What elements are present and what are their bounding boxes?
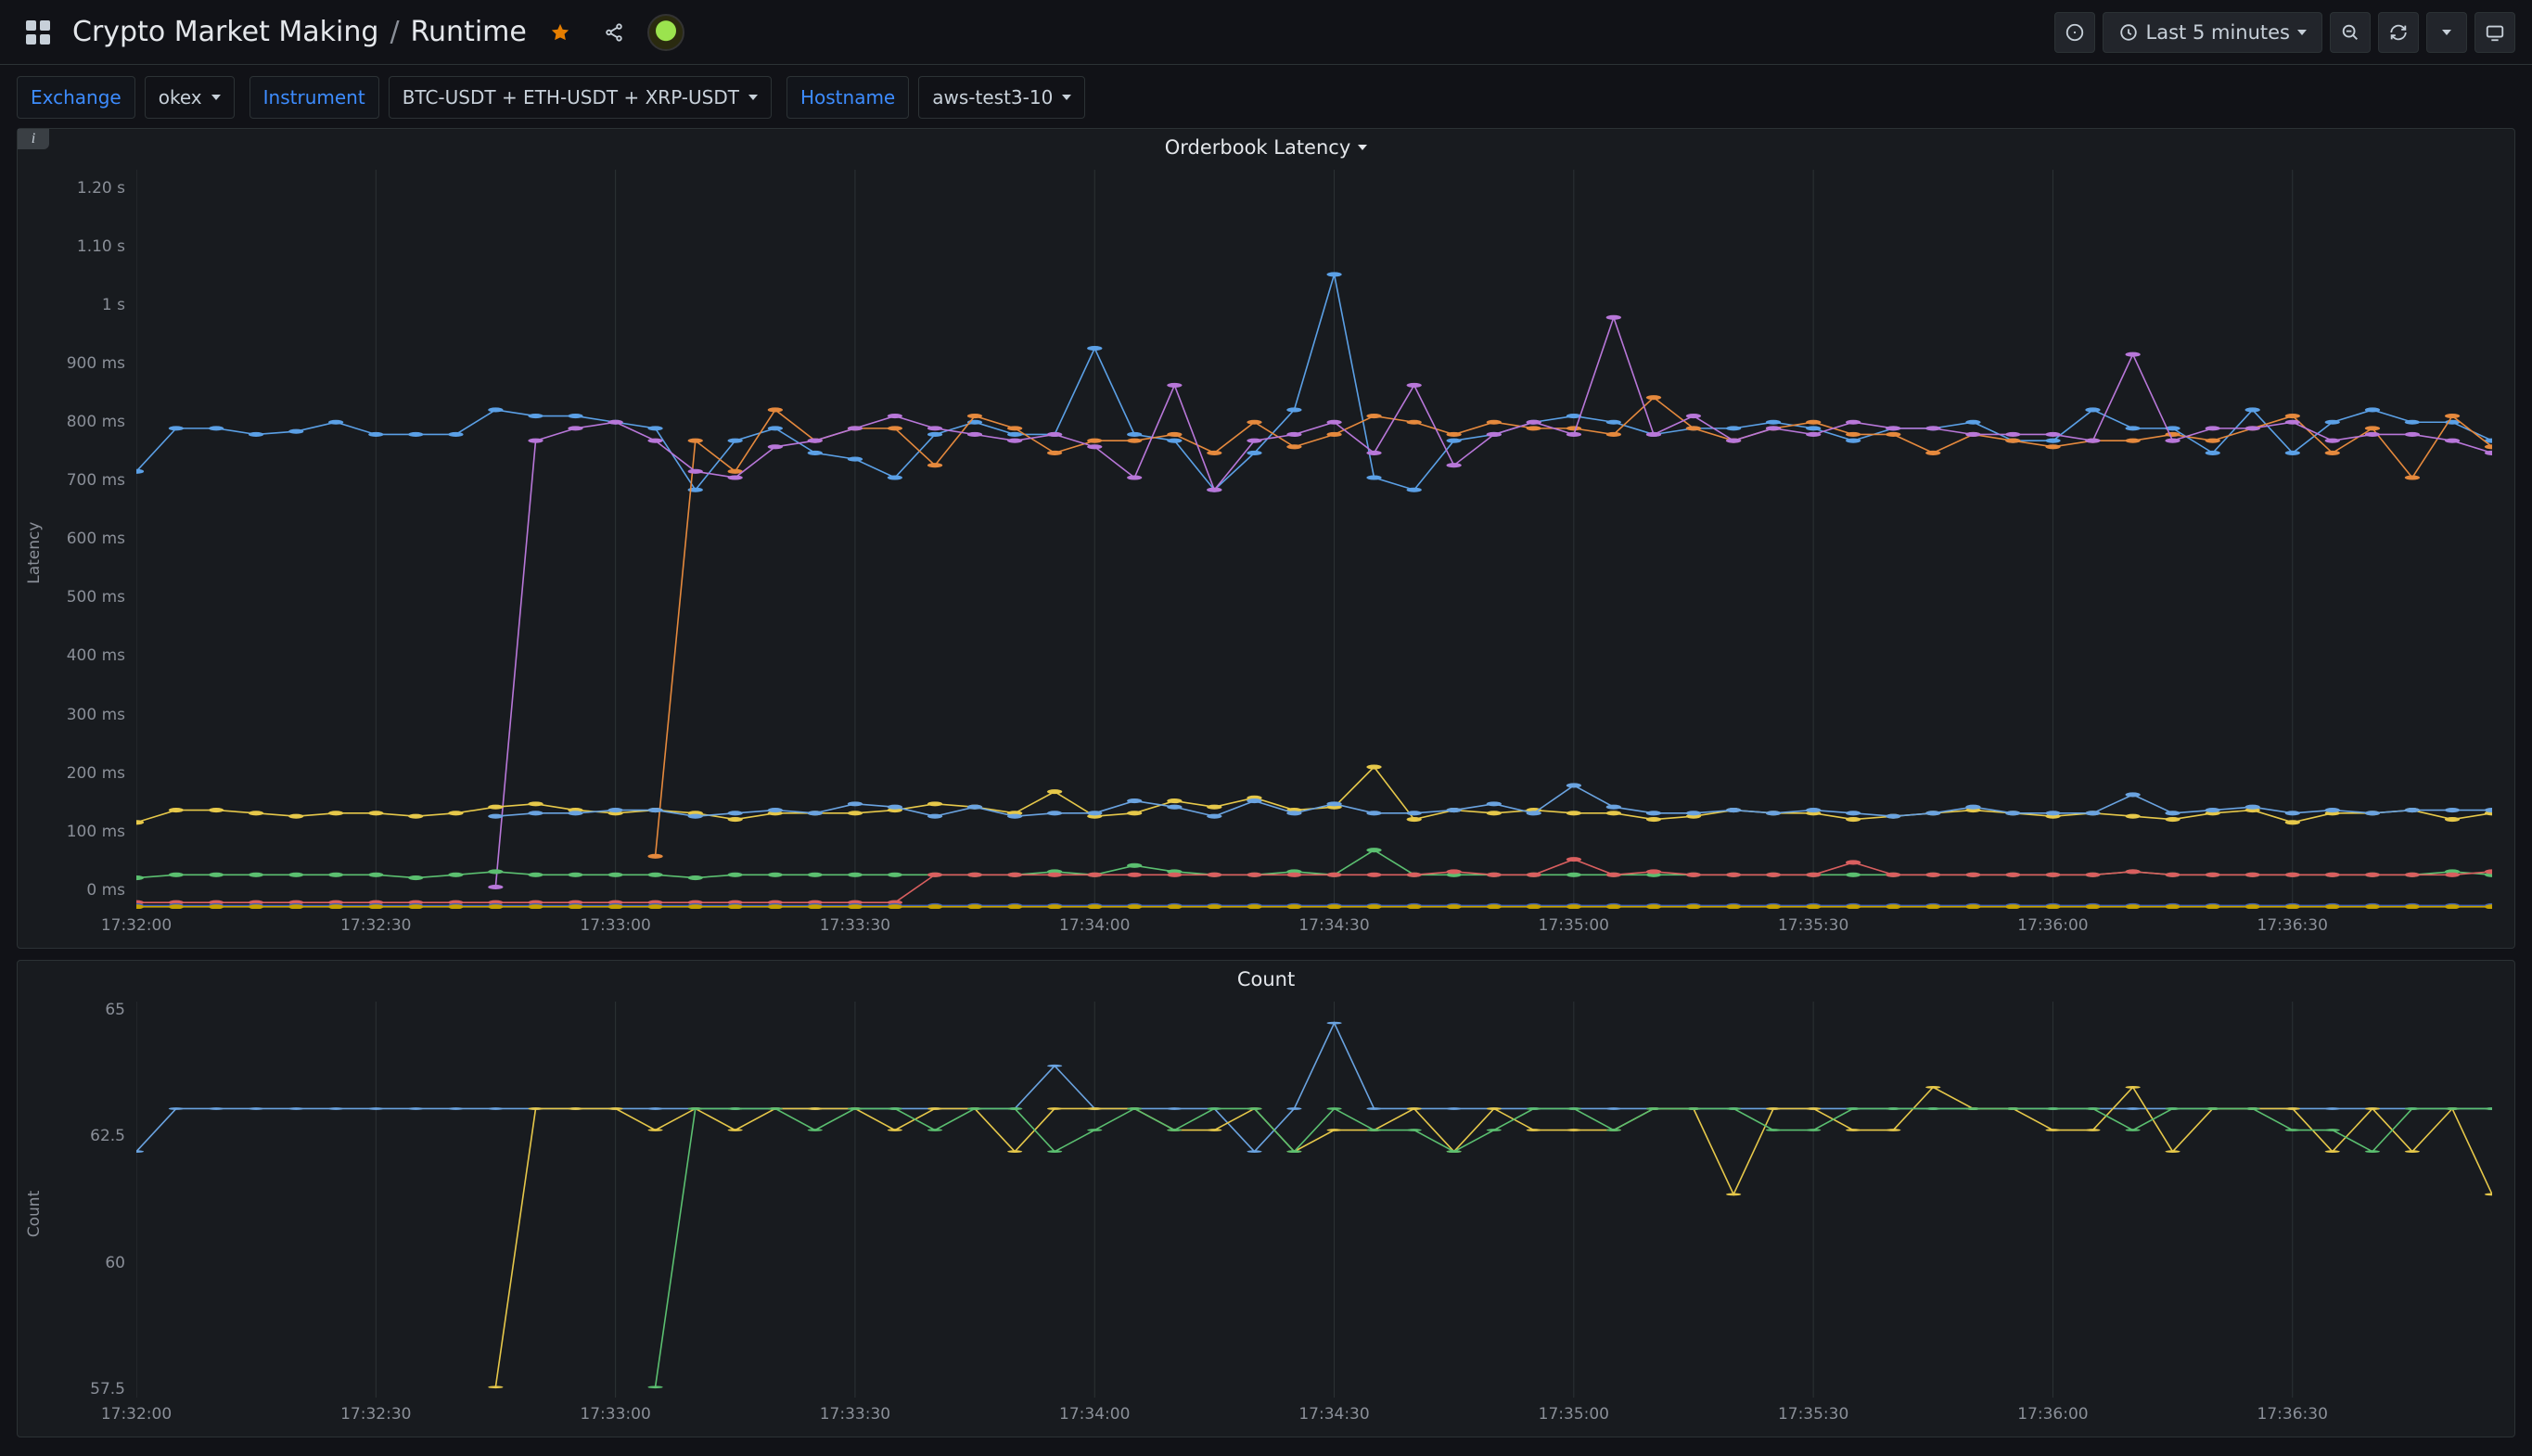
time-range-picker[interactable]: Last 5 minutes [2103,12,2322,53]
x-tick: 17:35:30 [1778,1405,1848,1424]
x-tick: 17:36:00 [2017,1405,2088,1424]
var-select-hostname[interactable]: aws-test3-10 [918,76,1085,119]
y-tick: 400 ms [67,646,125,665]
x-tick: 17:33:30 [820,916,890,935]
x-tick: 17:33:30 [820,1405,890,1424]
chart-count[interactable]: 57.5 60 62.5 65 [47,998,2500,1401]
breadcrumb-parent[interactable]: Crypto Market Making [72,16,378,48]
x-tick: 17:32:30 [340,916,411,935]
x-tick: 17:32:30 [340,1405,411,1424]
refresh-interval-picker[interactable] [2426,12,2467,53]
breadcrumb-sep: / [390,16,399,48]
panel-title-count[interactable]: Count [18,961,2514,994]
x-tick: 17:34:00 [1059,916,1130,935]
chevron-down-icon [2297,30,2307,35]
dashboard-settings-icon[interactable] [2054,12,2095,53]
y-tick: 1.10 s [77,237,125,256]
star-icon[interactable] [540,12,581,53]
y-axis-label: Latency [21,166,47,940]
time-range-label: Last 5 minutes [2146,21,2290,44]
chevron-down-icon [1062,95,1071,100]
y-tick: 700 ms [67,471,125,490]
panel-count: Count Count 57.5 60 62.5 65 17:32:00 17:32:3… [17,960,2515,1437]
y-tick: 500 ms [67,588,125,607]
panel-latency: i Orderbook Latency Latency 0 ms 100 ms 20… [17,128,2515,949]
chevron-down-icon [748,95,758,100]
avatar[interactable] [647,14,684,51]
y-tick: 62.5 [90,1127,125,1145]
x-tick: 17:35:30 [1778,916,1848,935]
share-icon[interactable] [594,12,634,53]
x-tick: 17:33:00 [580,1405,650,1424]
y-tick: 300 ms [67,706,125,724]
y-tick: 900 ms [67,354,125,373]
y-tick: 0 ms [86,881,125,900]
y-tick: 1 s [102,296,125,314]
x-tick: 17:36:00 [2017,916,2088,935]
tv-mode-icon[interactable] [2474,12,2515,53]
x-tick: 17:35:00 [1539,916,1609,935]
x-tick: 17:35:00 [1539,1405,1609,1424]
y-tick: 800 ms [67,413,125,431]
breadcrumb: Crypto Market Making / Runtime [72,16,527,48]
y-tick: 100 ms [67,823,125,841]
y-tick: 65 [105,1001,125,1019]
x-tick: 17:36:30 [2257,916,2328,935]
panel-title-latency[interactable]: Orderbook Latency [18,129,2514,162]
x-tick: 17:33:00 [580,916,650,935]
y-tick: 200 ms [67,764,125,783]
var-select-instrument[interactable]: BTC-USDT + ETH-USDT + XRP-USDT [389,76,772,119]
var-select-exchange[interactable]: okex [145,76,235,119]
refresh-icon[interactable] [2378,12,2419,53]
y-tick: 600 ms [67,530,125,548]
x-tick: 17:36:30 [2257,1405,2328,1424]
x-tick: 17:34:30 [1298,916,1369,935]
chart-latency[interactable]: 0 ms 100 ms 200 ms 300 ms 400 ms 500 ms 600 ms… [47,166,2500,913]
chevron-down-icon [211,95,221,100]
y-tick: 1.20 s [77,179,125,198]
x-tick: 17:32:00 [101,916,172,935]
info-icon[interactable]: i [18,129,49,149]
var-label-exchange: Exchange [17,76,135,119]
x-tick: 17:34:00 [1059,1405,1130,1424]
var-label-hostname: Hostname [786,76,909,119]
y-tick: 57.5 [90,1380,125,1399]
apps-icon[interactable] [17,12,59,53]
chevron-down-icon [1358,145,1367,150]
y-axis-label: Count [21,998,47,1429]
chevron-down-icon [2442,30,2451,35]
y-tick: 60 [105,1254,125,1272]
zoom-out-icon[interactable] [2330,12,2371,53]
x-tick: 17:32:00 [101,1405,172,1424]
x-tick: 17:34:30 [1298,1405,1369,1424]
breadcrumb-current[interactable]: Runtime [411,16,527,48]
var-label-instrument: Instrument [249,76,379,119]
